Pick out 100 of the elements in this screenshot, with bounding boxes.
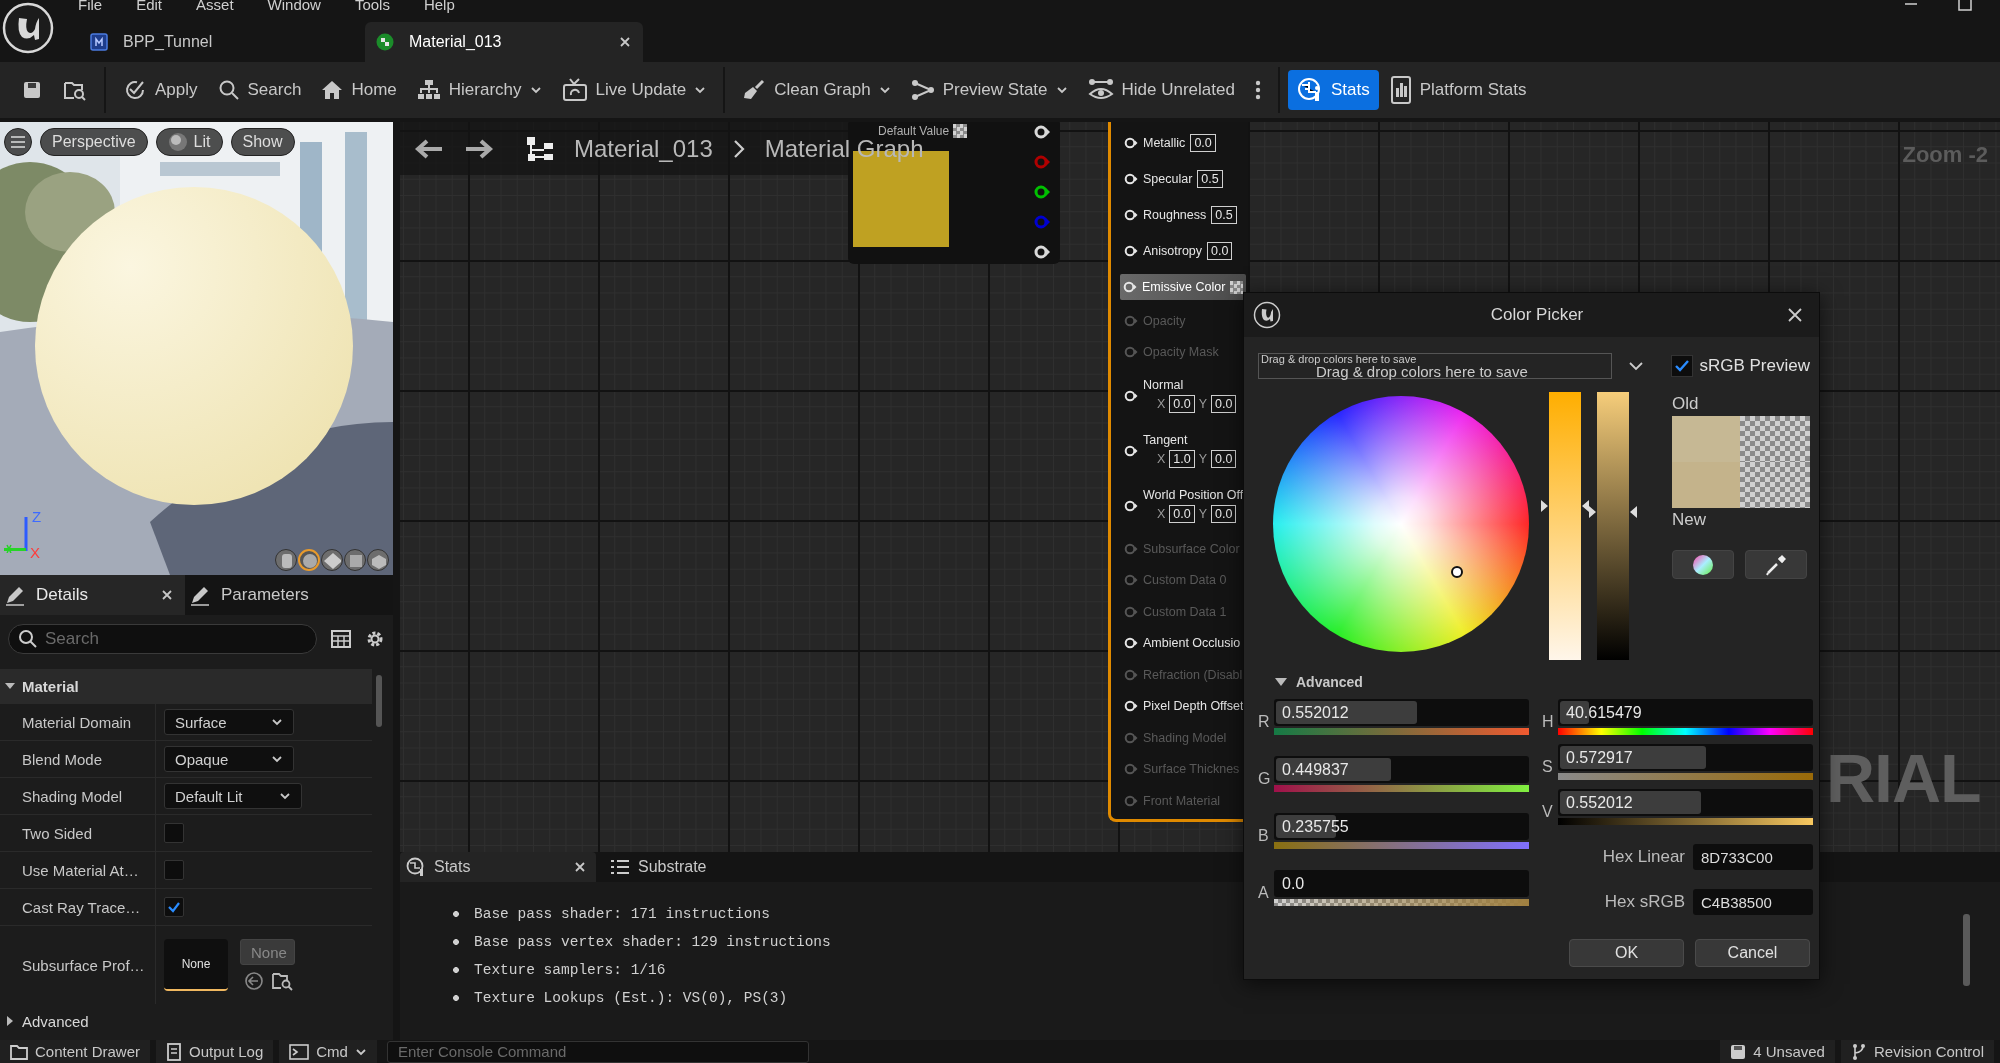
menu-item[interactable]: Edit: [136, 0, 163, 12]
toolbar-button[interactable]: Stats: [1287, 70, 1379, 110]
viewport-button[interactable]: Show: [230, 128, 295, 156]
toolbar-button[interactable]: Preview State: [901, 70, 1077, 110]
spin-field[interactable]: 0.552012: [1274, 699, 1529, 726]
status-button[interactable]: Content Drawer: [0, 1040, 151, 1063]
checkbox[interactable]: [164, 860, 184, 880]
toolbar-button[interactable]: Live Update: [552, 70, 716, 110]
caret-icon: [271, 753, 283, 765]
eyedropper-icon: [1765, 553, 1787, 576]
document-tab[interactable]: Material_013: [365, 22, 643, 62]
console-field[interactable]: Enter Console Command: [386, 1040, 809, 1063]
toolbar-button[interactable]: Search: [208, 70, 311, 110]
checkbox[interactable]: [164, 823, 184, 843]
checker-icon: [1230, 280, 1244, 294]
value-field[interactable]: 0.0: [1211, 505, 1237, 523]
advanced-toggle[interactable]: Advanced: [1274, 672, 1810, 692]
folder-search-icon: [63, 79, 87, 101]
caret-icon: [279, 790, 291, 802]
toolbar-button[interactable]: Home: [312, 70, 406, 110]
dialog-button[interactable]: Cancel: [1695, 939, 1810, 967]
dialog-title: Color Picker: [1489, 305, 1585, 325]
sphere-icon: [167, 132, 188, 152]
stats-icon: [406, 857, 426, 877]
settings-icon: [365, 629, 385, 649]
breadcrumb-link[interactable]: Material_013: [574, 134, 713, 163]
toolbar-button[interactable]: Apply: [114, 70, 207, 110]
section-header[interactable]: Material: [0, 669, 372, 703]
caret-icon: [271, 716, 283, 728]
text-field[interactable]: 8D733C00: [1693, 844, 1813, 870]
node-header: Default Value: [878, 124, 950, 138]
field-label: Hex sRGB: [1604, 892, 1685, 912]
dialog-button[interactable]: OK: [1569, 939, 1684, 967]
menu-item[interactable]: Help: [423, 0, 455, 12]
menu-item[interactable]: Asset: [196, 0, 234, 12]
menu-item[interactable]: Window: [267, 0, 321, 12]
status-button[interactable]: 4 Unsaved: [1720, 1040, 1835, 1063]
value-field[interactable]: 0.0: [1169, 395, 1195, 413]
dropdown[interactable]: Default Lit: [164, 783, 302, 809]
search-field[interactable]: Search: [8, 624, 317, 654]
slider-thumb[interactable]: [1589, 506, 1637, 519]
chevron-icon: [732, 138, 745, 159]
spin-field[interactable]: 0.449837: [1274, 756, 1529, 783]
toolbar-button[interactable]: Clean Graph: [733, 70, 900, 110]
wheel-mode-button[interactable]: [1672, 550, 1734, 579]
view-mode-button[interactable]: Lit: [155, 128, 223, 156]
log-icon: [166, 1042, 183, 1061]
saved-colors-field[interactable]: Drag & drop colors here to save Drag & drop colors here to save: [1258, 353, 1612, 379]
search-icon: [18, 629, 38, 649]
dropdown[interactable]: Surface: [164, 709, 294, 735]
panel-tab[interactable]: Parameters: [185, 575, 370, 615]
spin-field[interactable]: 0.235755: [1274, 813, 1529, 840]
toolbar-button[interactable]: Hierarchy: [407, 70, 551, 110]
status-button[interactable]: Output Log: [156, 1040, 274, 1063]
viewport-button[interactable]: Perspective: [40, 128, 148, 156]
asset-thumbnail[interactable]: None: [164, 939, 228, 991]
menu-item[interactable]: File: [78, 0, 103, 12]
srgb-checkbox[interactable]: sRGB Preview: [1671, 355, 1810, 377]
status-button[interactable]: Revision Control: [1840, 1040, 1994, 1063]
pin-label: Roughness: [1143, 208, 1207, 222]
spin-field[interactable]: 40.615479: [1558, 699, 1813, 726]
pin-label: Subsurface Color: [1143, 541, 1240, 556]
value-field[interactable]: 0.0: [1169, 505, 1195, 523]
value-field[interactable]: 0.5: [1197, 170, 1223, 188]
pin-label: Opacity Mask: [1143, 345, 1219, 360]
value-field[interactable]: 0.0: [1211, 395, 1237, 413]
value-field[interactable]: 0.5: [1211, 206, 1237, 224]
toolbar-button[interactable]: Platform Stats: [1380, 70, 1536, 110]
terminal-icon: [289, 1043, 310, 1060]
document-tab[interactable]: BPP_Tunnel: [85, 22, 363, 62]
checkbox[interactable]: [164, 897, 184, 917]
menu-item[interactable]: Tools: [354, 0, 390, 12]
spin-field[interactable]: 0.552012: [1558, 789, 1813, 816]
channel-label: H: [1542, 713, 1555, 732]
panel-tab[interactable]: Substrate: [604, 852, 717, 882]
text-field[interactable]: C4B38500: [1693, 889, 1813, 915]
spin-field[interactable]: 0.572917: [1558, 744, 1813, 771]
dropdown[interactable]: Opaque: [164, 746, 294, 772]
eyedropper-button[interactable]: [1745, 550, 1807, 579]
panel-tab[interactable]: Stats: [400, 852, 596, 882]
pin-row[interactable]: Emissive Color: [1120, 274, 1247, 300]
wheel-marker[interactable]: [1450, 565, 1463, 578]
value-field[interactable]: 0.0: [1207, 242, 1233, 260]
toolbar-button[interactable]: Hide Unrelated: [1078, 70, 1244, 110]
status-button[interactable]: Cmd: [279, 1040, 377, 1063]
value-field[interactable]: 1.0: [1169, 450, 1195, 468]
property-label: Cast Ray Trace…: [21, 898, 142, 916]
pin-label: Front Material: [1143, 793, 1221, 808]
value-field[interactable]: 0.0: [1211, 450, 1237, 468]
checkbox[interactable]: [1671, 355, 1694, 377]
value-field[interactable]: 0.0: [1190, 134, 1216, 152]
logo-icon: [1253, 301, 1281, 329]
panel-tab[interactable]: Details: [0, 575, 185, 615]
slider-thumb[interactable]: [1541, 500, 1589, 513]
brush-icon: [742, 78, 767, 102]
pencil-icon: [189, 584, 211, 606]
search-icon: [217, 79, 240, 101]
axis-label: Y: [1198, 507, 1208, 521]
spin-field[interactable]: 0.0: [1274, 870, 1529, 897]
caret-icon: [1628, 360, 1644, 372]
